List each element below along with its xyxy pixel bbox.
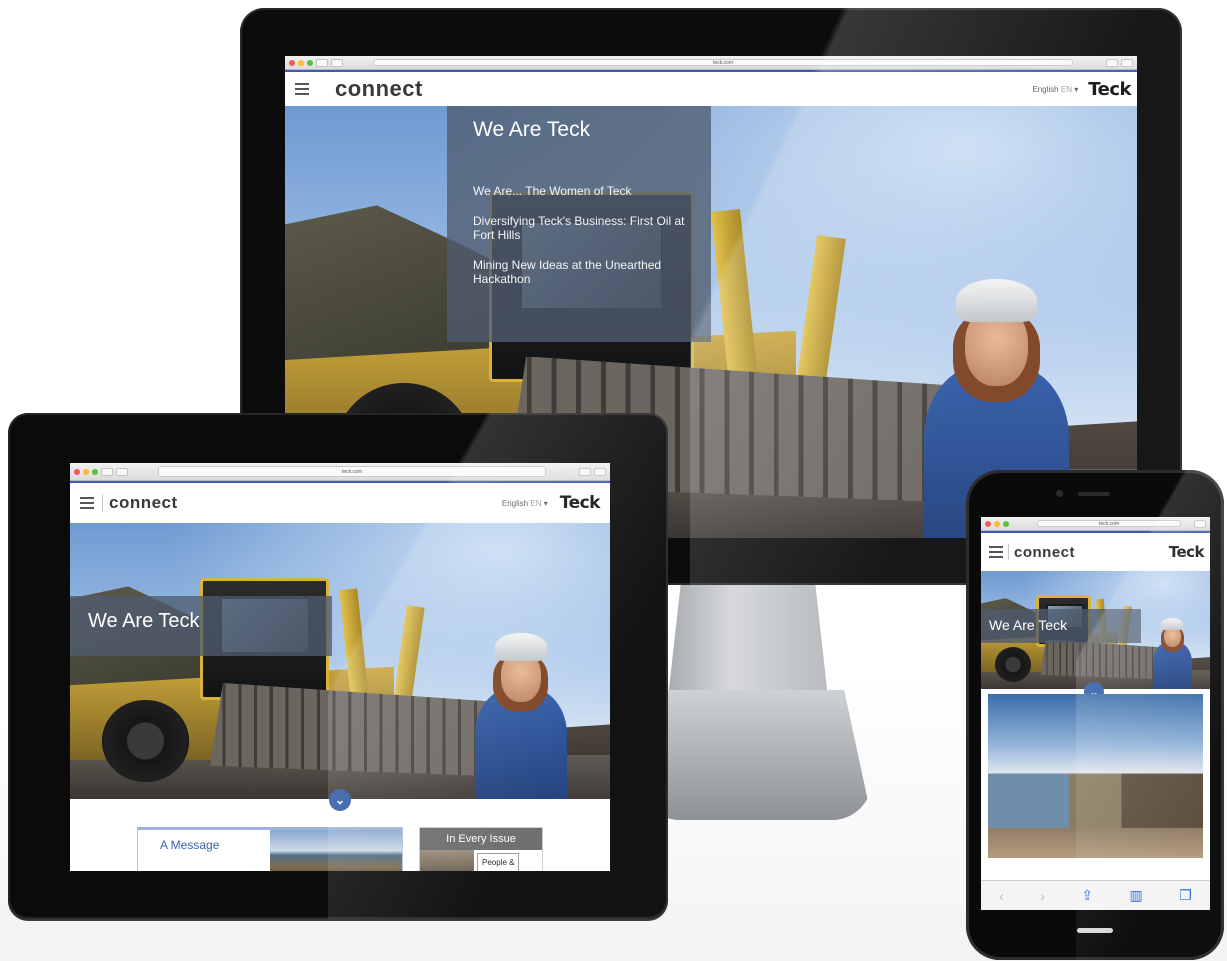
new-tab-button[interactable]: [1194, 519, 1206, 528]
site-header: connect English EN ▾ Teck: [70, 481, 610, 523]
teck-logo[interactable]: Teck: [1088, 79, 1131, 100]
tablet-screen: teck.com connect English EN ▾ Teck We Ar…: [70, 463, 610, 871]
language-label: English: [501, 498, 529, 508]
sidebar-toggle-button[interactable]: [331, 58, 343, 67]
connect-logo[interactable]: connect: [109, 493, 178, 513]
window-controls: [985, 520, 1009, 527]
worker-figure: [1152, 618, 1192, 689]
browser-toolbar: teck.com: [981, 517, 1210, 531]
scroll-down-chevron-icon[interactable]: ⌄: [329, 789, 351, 811]
site-header: connect Teck: [981, 531, 1210, 571]
close-window-icon[interactable]: [74, 468, 80, 475]
back-button[interactable]: [101, 467, 113, 476]
minimize-window-icon[interactable]: [83, 468, 89, 475]
people-link[interactable]: People &: [477, 853, 520, 871]
article-link-hackathon[interactable]: Mining New Ideas at the Unearthed Hackat…: [473, 258, 685, 286]
back-arrow-icon[interactable]: ‹: [999, 888, 1004, 904]
address-bar[interactable]: teck.com: [1037, 519, 1181, 528]
zoom-window-icon[interactable]: [307, 59, 313, 66]
message-card[interactable]: A Message: [137, 827, 403, 871]
language-code: EN: [1060, 84, 1072, 94]
in-every-issue-card[interactable]: In Every Issue People &: [419, 827, 543, 871]
address-bar-url: teck.com: [1098, 520, 1119, 527]
front-camera: [1056, 490, 1063, 497]
zoom-window-icon[interactable]: [1003, 520, 1009, 527]
browser-toolbar: teck.com: [285, 56, 1137, 70]
teck-logo[interactable]: Teck: [1169, 543, 1205, 561]
panel-title: We Are Teck: [473, 118, 591, 141]
minimize-window-icon[interactable]: [994, 520, 1000, 527]
close-window-icon[interactable]: [985, 520, 991, 527]
sidebar-toggle-button[interactable]: [116, 467, 128, 476]
panel-title: We Are Teck: [88, 610, 200, 632]
language-selector[interactable]: English EN ▾: [1032, 85, 1078, 94]
article-link-women-of-teck[interactable]: We Are... The Women of Teck: [473, 184, 685, 198]
feature-overlay-panel: We Are Teck We Are... The Women of Teck …: [447, 106, 711, 342]
zoom-window-icon[interactable]: [92, 468, 98, 475]
header-divider: [102, 494, 103, 512]
back-button[interactable]: [316, 58, 328, 67]
panel-title: We Are Teck: [989, 617, 1068, 633]
phone-screen: teck.com connect Teck We Are Teck ⌄ ‹ › …: [981, 517, 1210, 910]
monitor-stand-neck: [668, 583, 828, 698]
hamburger-menu-icon[interactable]: [295, 83, 309, 95]
language-selector[interactable]: English EN ▾: [502, 499, 548, 508]
hamburger-menu-icon[interactable]: [80, 497, 94, 509]
article-link-fort-hills[interactable]: Diversifying Teck's Business: First Oil …: [473, 214, 685, 242]
message-card-image: [270, 830, 402, 871]
site-header: connect English EN ▾ Teck: [285, 70, 1137, 106]
teck-logo[interactable]: Teck: [560, 493, 601, 513]
tablet-device: teck.com connect English EN ▾ Teck We Ar…: [8, 413, 668, 919]
safari-bottom-toolbar: ‹ › ⇪ ▥ ❐: [981, 880, 1210, 910]
bookmarks-icon[interactable]: ▥: [1130, 887, 1143, 904]
window-controls: [74, 468, 98, 475]
language-label: English: [1032, 84, 1059, 94]
new-tab-button[interactable]: [594, 467, 606, 476]
new-tab-button[interactable]: [1121, 58, 1133, 67]
monitor-stand-base: [640, 690, 872, 820]
earpiece-speaker: [1078, 492, 1110, 496]
content-cards: A Message In Every Issue People &: [70, 827, 610, 871]
issue-thumbnail: [420, 850, 474, 871]
close-window-icon[interactable]: [289, 59, 295, 66]
address-bar[interactable]: teck.com: [373, 58, 1073, 67]
message-card-title: A Message: [160, 838, 220, 852]
hamburger-menu-icon[interactable]: [989, 546, 1003, 558]
address-bar-url: teck.com: [341, 468, 362, 475]
device-mockup-stage: teck.com connect English EN ▾ Teck We Ar…: [0, 0, 1227, 961]
address-bar-url: teck.com: [712, 59, 733, 66]
header-divider: [1008, 544, 1009, 560]
in-every-issue-title: In Every Issue: [420, 828, 542, 850]
window-controls: [289, 59, 313, 66]
feature-overlay-panel: We Are Teck: [981, 609, 1141, 643]
tabs-icon[interactable]: ❐: [1179, 887, 1192, 904]
share-button[interactable]: [579, 467, 591, 476]
share-icon[interactable]: ⇪: [1081, 887, 1093, 904]
connect-logo[interactable]: connect: [335, 76, 423, 102]
home-indicator[interactable]: [1077, 928, 1113, 933]
hero-photo: [70, 523, 610, 799]
address-bar[interactable]: teck.com: [158, 466, 546, 477]
connect-logo[interactable]: connect: [1014, 544, 1075, 561]
worker-figure: [475, 633, 567, 799]
browser-toolbar: teck.com: [70, 463, 610, 481]
processing-plant-photo: [988, 694, 1203, 858]
chevron-down-icon: ▾: [1074, 84, 1079, 94]
share-button[interactable]: [1106, 58, 1118, 67]
forward-arrow-icon[interactable]: ›: [1040, 888, 1045, 904]
chevron-down-icon: ▾: [543, 498, 548, 508]
smartphone-device: teck.com connect Teck We Are Teck ⌄ ‹ › …: [966, 470, 1224, 960]
language-code: EN: [530, 498, 542, 508]
feature-overlay-panel: We Are Teck: [70, 596, 332, 656]
minimize-window-icon[interactable]: [298, 59, 304, 66]
